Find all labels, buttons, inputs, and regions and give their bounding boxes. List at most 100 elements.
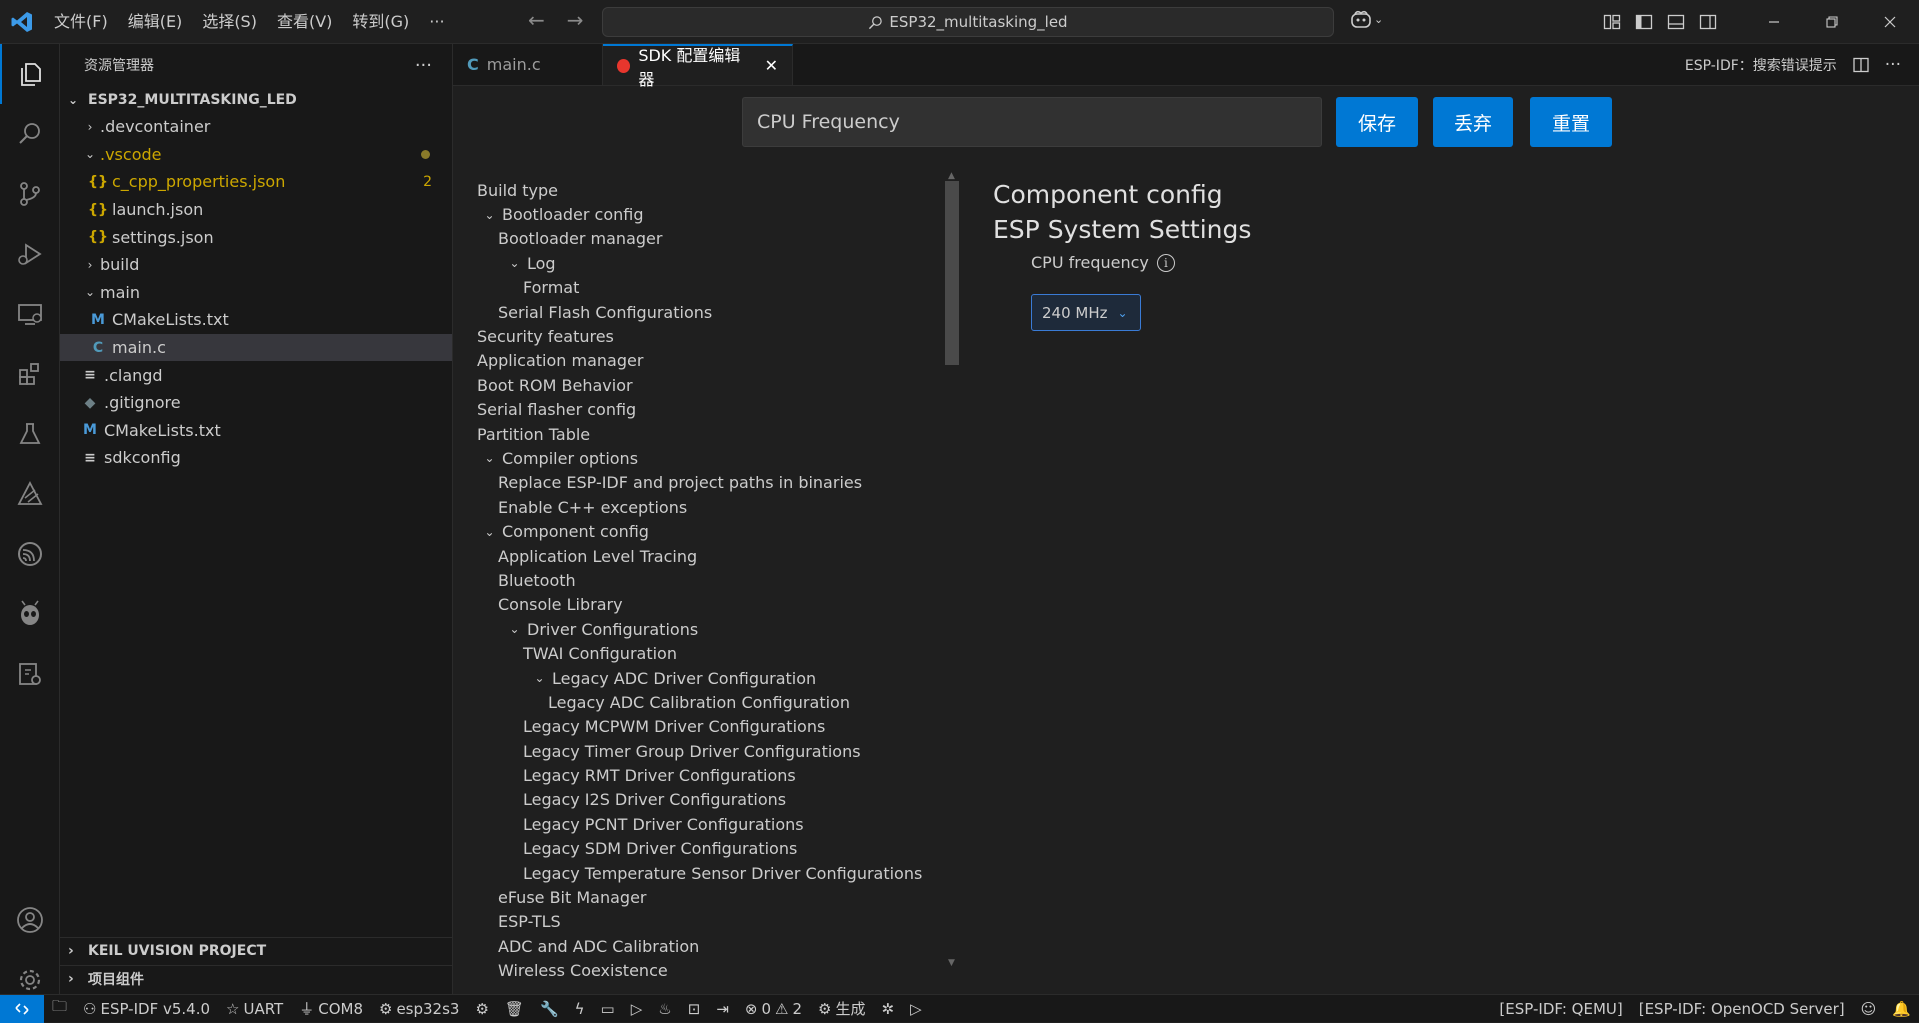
- save-button[interactable]: 保存: [1336, 97, 1418, 147]
- menu-edit[interactable]: 编辑(E): [118, 7, 193, 37]
- more-actions-icon[interactable]: ···: [1885, 55, 1901, 75]
- config-tree-item[interactable]: Bluetooth: [477, 568, 907, 592]
- openocd-status[interactable]: [ESP-IDF: OpenOCD Server]: [1631, 995, 1853, 1023]
- port-status[interactable]: ⏚ COM8: [291, 995, 371, 1023]
- explorer-button[interactable]: [0, 44, 60, 104]
- tab-main-c[interactable]: C main.c: [453, 44, 603, 85]
- target-status[interactable]: ⚙ esp32s3: [371, 995, 467, 1023]
- config-tree-item[interactable]: Legacy MCPWM Driver Configurations: [477, 715, 907, 739]
- esp-idf-explorer-button[interactable]: [0, 464, 60, 524]
- minimize-button[interactable]: [1745, 0, 1803, 44]
- reset-button[interactable]: 重置: [1530, 97, 1612, 147]
- config-tree-item[interactable]: Serial flasher config: [477, 398, 907, 422]
- espressif-button[interactable]: [0, 524, 60, 584]
- config-tree-item[interactable]: ⌄ Legacy ADC Driver Configuration: [477, 666, 907, 690]
- config-tree-item[interactable]: ESP-TLS: [477, 910, 907, 934]
- config-tree-item[interactable]: Boot ROM Behavior: [477, 373, 907, 397]
- config-tree-item[interactable]: ⌄ Driver Configurations: [477, 617, 907, 641]
- config-tree-item[interactable]: ⌄ Compiler options: [477, 446, 907, 470]
- config-tree-item[interactable]: Build type: [477, 178, 907, 202]
- source-control-button[interactable]: [0, 164, 60, 224]
- restore-button[interactable]: [1803, 0, 1861, 44]
- forward-arrow-icon[interactable]: →: [567, 8, 584, 32]
- config-tree-item[interactable]: TWAI Configuration: [477, 641, 907, 665]
- toggle-primary-sidebar-icon[interactable]: [1635, 13, 1653, 31]
- problems-status[interactable]: ⊗ 0 ⚠ 2: [737, 995, 810, 1023]
- debug-status[interactable]: ▷: [623, 995, 651, 1023]
- folder-status[interactable]: 🗀: [44, 995, 75, 1023]
- bug-status[interactable]: ✲: [873, 995, 902, 1023]
- command-center[interactable]: ESP32_multitasking_led: [602, 7, 1334, 37]
- sdk-config-status[interactable]: ⚙: [467, 995, 496, 1023]
- platformio-button[interactable]: [0, 584, 60, 644]
- config-tree-item[interactable]: Legacy I2S Driver Configurations: [477, 788, 907, 812]
- config-tree-item[interactable]: Legacy Timer Group Driver Configurations: [477, 739, 907, 763]
- back-arrow-icon[interactable]: ←: [528, 8, 545, 32]
- project-components-section[interactable]: › 项目组件: [60, 965, 453, 992]
- config-tree-item[interactable]: Wireless Coexistence: [477, 959, 907, 983]
- config-tree-item[interactable]: ⌄ Component config: [477, 519, 907, 543]
- tree-item-c-cpp-properties[interactable]: {} c_cpp_properties.json 2: [60, 168, 452, 196]
- more-actions-icon[interactable]: ···: [415, 55, 432, 76]
- vscode-logo-icon[interactable]: [0, 0, 44, 44]
- menu-more[interactable]: ···: [419, 7, 454, 37]
- cpu-frequency-select[interactable]: 240 MHz ⌄: [1031, 294, 1141, 331]
- esp-idf-version-status[interactable]: ⚇ ESP-IDF v5.4.0: [75, 995, 218, 1023]
- build-tool-status[interactable]: 🔧: [532, 995, 567, 1023]
- workspace-root[interactable]: ⌄ ESP32_MULTITASKING_LED: [60, 86, 452, 113]
- scroll-down-arrow-icon[interactable]: ▼: [948, 958, 955, 968]
- config-tree-item[interactable]: Console Library: [477, 593, 907, 617]
- tree-item-clangd[interactable]: ≡ .clangd: [60, 361, 452, 389]
- config-tree-item[interactable]: Replace ESP-IDF and project paths in bin…: [477, 471, 907, 495]
- config-tree-item[interactable]: Enable C++ exceptions: [477, 495, 907, 519]
- monitor-status[interactable]: ▭: [593, 995, 623, 1023]
- customize-layout-icon[interactable]: [1603, 13, 1621, 31]
- tree-item-root-cmakelists[interactable]: M CMakeLists.txt: [60, 417, 452, 445]
- flash-method-status[interactable]: ☆ UART: [218, 995, 291, 1023]
- config-tree-item[interactable]: Legacy Temperature Sensor Driver Configu…: [477, 861, 922, 885]
- config-tree-item[interactable]: eFuse Bit Manager: [477, 885, 907, 909]
- tree-item-settings-json[interactable]: {} settings.json: [60, 223, 452, 251]
- keil-project-section[interactable]: › KEIL UVISION PROJECT: [60, 937, 453, 964]
- flame-status[interactable]: ♨: [650, 995, 679, 1023]
- tree-item-build[interactable]: › build: [60, 251, 452, 279]
- config-tree-item[interactable]: Application manager: [477, 349, 907, 373]
- menu-selection[interactable]: 选择(S): [192, 7, 267, 37]
- build-status[interactable]: ⚙ 生成: [810, 995, 873, 1023]
- config-tree-item[interactable]: Partition Table: [477, 422, 907, 446]
- config-tree-item[interactable]: Serial Flash Configurations: [477, 300, 907, 324]
- extensions-button[interactable]: [0, 344, 60, 404]
- search-view-button[interactable]: [0, 104, 60, 164]
- copilot-menu[interactable]: ⌄: [1350, 9, 1383, 29]
- run-debug-button[interactable]: [0, 224, 60, 284]
- menu-view[interactable]: 查看(V): [267, 7, 342, 37]
- tree-item-gitignore[interactable]: ◆ .gitignore: [60, 389, 452, 417]
- tree-item-main-cmakelists[interactable]: M CMakeLists.txt: [60, 306, 452, 334]
- testing-button[interactable]: [0, 404, 60, 464]
- terminal-status[interactable]: ⊡: [680, 995, 709, 1023]
- menu-file[interactable]: 文件(F): [44, 7, 118, 37]
- output-status[interactable]: ⇥: [708, 995, 737, 1023]
- remote-explorer-button[interactable]: [0, 284, 60, 344]
- close-icon[interactable]: ✕: [765, 56, 778, 75]
- config-tree-item[interactable]: Legacy RMT Driver Configurations: [477, 763, 907, 787]
- scrollbar-thumb[interactable]: [945, 181, 959, 365]
- esp-idf-error-hints-link[interactable]: ESP-IDF：搜索错误提示: [1685, 55, 1837, 75]
- tree-item-vscode[interactable]: ⌄ .vscode: [60, 141, 452, 169]
- toggle-secondary-sidebar-icon[interactable]: [1699, 13, 1717, 31]
- scroll-up-arrow-icon[interactable]: ▲: [948, 171, 955, 181]
- tree-item-main-c[interactable]: C main.c: [60, 333, 452, 362]
- config-search-input[interactable]: CPU Frequency: [742, 97, 1322, 147]
- tree-item-launch-json[interactable]: {} launch.json: [60, 196, 452, 224]
- config-tree-item[interactable]: Legacy PCNT Driver Configurations: [477, 812, 907, 836]
- config-tree-item[interactable]: ⌄ Bootloader config: [477, 202, 907, 226]
- close-window-button[interactable]: [1861, 0, 1919, 44]
- config-tree-item[interactable]: Application Level Tracing: [477, 544, 907, 568]
- config-tree-item[interactable]: Legacy ADC Calibration Configuration: [477, 690, 907, 714]
- split-editor-icon[interactable]: [1853, 57, 1869, 73]
- flash-status[interactable]: ϟ: [567, 995, 593, 1023]
- config-tree-item[interactable]: ⌄ Log: [477, 251, 907, 275]
- run-status[interactable]: ▷: [902, 995, 930, 1023]
- tree-item-main-folder[interactable]: ⌄ main: [60, 279, 452, 307]
- discard-button[interactable]: 丢弃: [1433, 97, 1513, 147]
